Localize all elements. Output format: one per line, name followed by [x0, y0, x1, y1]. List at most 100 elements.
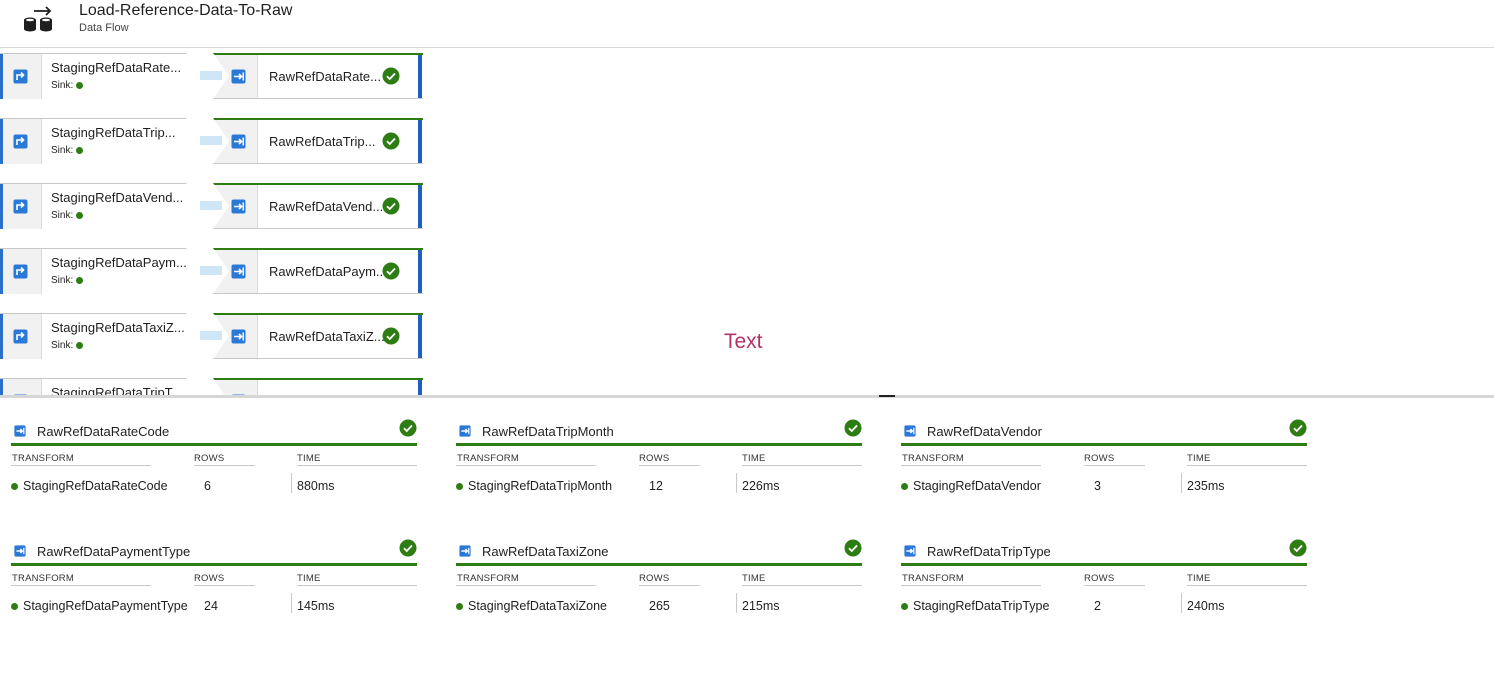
sink-icon-cell: [213, 380, 258, 395]
selection-bar: [418, 380, 422, 395]
status-dot: [76, 211, 84, 219]
sink-icon: [231, 199, 246, 219]
source-node[interactable]: StagingRefDataVend... Sink:: [0, 183, 202, 229]
sink-node[interactable]: RawRefDataVend...: [213, 183, 423, 229]
page-title: Load-Reference-Data-To-Raw: [79, 2, 293, 19]
source-node-label: StagingRefDataRate...: [51, 60, 182, 75]
source-icon: [13, 69, 28, 89]
sink-status: Sink:: [51, 275, 84, 286]
card-title: RawRefDataTripType: [927, 544, 1051, 559]
sink-icon: [459, 424, 471, 442]
source-node[interactable]: StagingRefDataRate... Sink:: [0, 53, 202, 99]
sink-node[interactable]: RawRefDataTrip...: [213, 118, 423, 164]
selection-bar: [418, 120, 422, 163]
card-header: RawRefDataTripType: [901, 537, 1307, 566]
col-header-transform: TRANSFORM: [457, 453, 519, 464]
col-header-transform: TRANSFORM: [12, 453, 74, 464]
transform-label: StagingRefDataPaymentType: [23, 599, 188, 613]
time-value: 226ms: [742, 479, 780, 493]
column-separator: [1181, 473, 1182, 493]
sink-status: Sink:: [51, 80, 84, 91]
card-title: RawRefDataTaxiZone: [482, 544, 609, 559]
status-dot: [11, 603, 18, 611]
rows-value: 265: [649, 599, 670, 613]
sink-node[interactable]: [213, 378, 423, 395]
sink-node-label: RawRefDataTaxiZ...: [269, 329, 385, 344]
sink-icon: [231, 329, 246, 349]
success-check-icon: [399, 419, 417, 442]
success-check-icon: [1289, 539, 1307, 562]
column-separator: [736, 473, 737, 493]
col-underline: [297, 465, 417, 466]
success-check-icon: [844, 419, 862, 442]
col-underline: [742, 585, 862, 586]
source-icon-cell: [3, 379, 42, 395]
col-underline: [901, 585, 1041, 586]
status-dot: [901, 483, 908, 491]
source-node[interactable]: StagingRefDataPaym... Sink:: [0, 248, 202, 294]
sink-label: Sink:: [51, 275, 74, 286]
source-node-label: StagingRefDataVend...: [51, 190, 184, 205]
sink-icon: [231, 69, 246, 89]
card-title: RawRefDataTripMonth: [482, 424, 614, 439]
sink-node-label: RawRefDataTrip...: [269, 134, 376, 149]
card-header: RawRefDataVendor: [901, 417, 1307, 446]
sink-node[interactable]: RawRefDataTaxiZ...: [213, 313, 423, 359]
col-header-rows: ROWS: [194, 573, 225, 584]
text-annotation[interactable]: Text: [724, 330, 763, 354]
transform-name: StagingRefDataVendor: [901, 479, 1041, 493]
pipeline-row: StagingRefDataVend... Sink: RawRefDataVend…: [0, 183, 430, 231]
source-node[interactable]: StagingRefDataTrip... Sink:: [0, 118, 202, 164]
transform-label: StagingRefDataVendor: [913, 479, 1041, 493]
col-header-transform: TRANSFORM: [902, 573, 964, 584]
col-header-time: TIME: [742, 573, 766, 584]
col-header-rows: ROWS: [639, 573, 670, 584]
col-header-rows: ROWS: [639, 453, 670, 464]
transform-label: StagingRefDataTripType: [913, 599, 1050, 613]
col-header-time: TIME: [297, 453, 321, 464]
connector-line: [200, 331, 222, 340]
col-underline: [194, 465, 255, 466]
sink-label: Sink:: [51, 340, 74, 351]
source-icon: [13, 199, 28, 219]
card-title: RawRefDataRateCode: [37, 424, 170, 439]
sink-status: Sink:: [51, 145, 84, 156]
col-underline: [1084, 465, 1145, 466]
status-dot: [76, 341, 84, 349]
column-separator: [291, 593, 292, 613]
col-underline: [1187, 585, 1307, 586]
status-dot: [11, 483, 18, 491]
col-underline: [742, 465, 862, 466]
col-header-transform: TRANSFORM: [12, 573, 74, 584]
source-icon: [13, 329, 28, 349]
col-header-transform: TRANSFORM: [457, 573, 519, 584]
transform-name: StagingRefDataPaymentType: [11, 599, 188, 613]
source-node[interactable]: StagingRefDataTaxiZ... Sink:: [0, 313, 202, 359]
source-node[interactable]: StagingRefDataTripTSink:: [0, 378, 202, 395]
connector-line: [200, 201, 222, 210]
sink-node-label: RawRefDataRate...: [269, 69, 381, 84]
col-underline: [456, 585, 596, 586]
col-header-rows: ROWS: [1084, 573, 1115, 584]
dataflow-canvas[interactable]: StagingRefDataRate... Sink: RawRefDataRate…: [0, 48, 1494, 395]
transform-label: StagingRefDataTripMonth: [468, 479, 613, 493]
sink-node[interactable]: RawRefDataPaym...: [213, 248, 423, 294]
time-value: 215ms: [742, 599, 780, 613]
status-dot: [901, 603, 908, 611]
splitter-handle[interactable]: [879, 395, 895, 397]
source-node-label: StagingRefDataTaxiZ...: [51, 320, 185, 335]
rows-value: 12: [649, 479, 663, 493]
connector-line: [200, 136, 222, 145]
time-value: 235ms: [1187, 479, 1225, 493]
sink-icon: [231, 264, 246, 284]
time-value: 145ms: [297, 599, 335, 613]
sink-node[interactable]: RawRefDataRate...: [213, 53, 423, 99]
sink-stats-card: RawRefDataTripType TRANSFORM ROWS TIME Stagi…: [901, 537, 1307, 637]
sink-node-label: RawRefDataPaym...: [269, 264, 387, 279]
source-node-label: StagingRefDataTrip...: [51, 125, 176, 140]
panel-splitter[interactable]: [0, 395, 1494, 398]
card-header: RawRefDataTripMonth: [456, 417, 862, 446]
success-check-icon: [1289, 419, 1307, 442]
sink-icon: [231, 134, 246, 154]
col-underline: [1187, 465, 1307, 466]
